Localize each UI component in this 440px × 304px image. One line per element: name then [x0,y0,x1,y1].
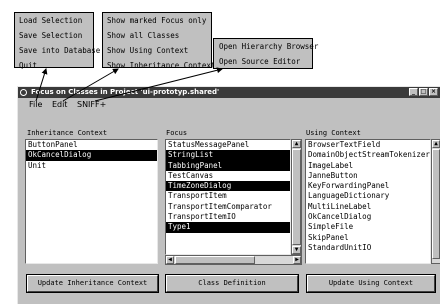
focus-horizontal-scrollbar[interactable]: ◀ ▶ [165,255,302,265]
inheritance-context-label: Inheritance Context [27,129,108,137]
menubar-edit[interactable]: Edit [52,100,68,109]
menu-item-show-all-classes[interactable]: Show all Classes [103,28,211,43]
list-item[interactable]: JanneButton [306,171,430,181]
list-item[interactable]: ImageLabel [306,161,430,171]
close-icon[interactable]: × [429,88,438,96]
list-item[interactable]: TimeZoneDialog [166,181,290,192]
edit-menu-popup: Show marked Focus only Show all Classes … [102,12,215,70]
window-title: Focus on Classes in Project 'ui-prototyp… [31,88,220,96]
list-item[interactable]: StringList [166,150,290,161]
list-item[interactable]: MultiLineLabel [306,202,430,212]
window-menubar: File Edit SNIFF+ [18,98,440,112]
menu-item-save-into-database[interactable]: Save into Database [15,43,100,58]
scroll-thumb[interactable] [292,149,301,245]
update-using-context-button[interactable]: Update Using Context [307,275,435,292]
scroll-up-arrow-icon[interactable]: ▲ [292,140,301,148]
minimize-icon[interactable]: _ [409,88,418,96]
list-item[interactable]: TransportItem [166,191,290,201]
focus-window: Focus on Classes in Project 'ui-prototyp… [17,86,440,304]
using-context-list[interactable]: BrowserTextField DomainObjectStreamToken… [305,139,431,264]
list-item[interactable]: DomainObjectStreamTokenizer [306,150,430,160]
class-definition-button[interactable]: Class Definition [166,275,298,292]
list-item[interactable]: Type1 [166,222,290,233]
window-menu-icon[interactable] [20,89,27,96]
focus-list[interactable]: StatusMessagePanel StringList TabbingPan… [165,139,291,255]
menu-item-save-selection[interactable]: Save Selection [15,28,93,43]
list-item[interactable]: Unit [26,161,157,171]
list-item[interactable]: TransportItemIO [166,212,290,222]
focus-label: Focus [166,129,188,137]
menu-item-quit[interactable]: Quit [15,58,93,73]
list-item[interactable]: StatusMessagePanel [166,140,290,150]
menu-item-open-source-editor[interactable]: Open Source Editor [214,54,312,69]
list-item[interactable]: BrowserTextField [306,140,430,150]
scroll-left-arrow-icon[interactable]: ◀ [166,256,174,264]
menu-item-open-hierarchy-browser[interactable]: Open Hierarchy Browser [214,39,318,54]
list-item[interactable]: SimpleFile [306,222,430,232]
scroll-thumb[interactable] [175,256,255,264]
menubar-file[interactable]: File [29,100,42,109]
list-item[interactable]: ButtonPanel [26,140,157,150]
menu-item-show-marked-focus[interactable]: Show marked Focus only [103,13,211,28]
menubar-sniff[interactable]: SNIFF+ [77,100,106,109]
sniff-menu-popup: Open Hierarchy Browser Open Source Edito… [213,38,318,69]
list-item[interactable]: StandardUnitIO [306,243,430,253]
focus-vertical-scrollbar[interactable]: ▲ ▼ [291,139,302,255]
scroll-up-arrow-icon[interactable]: ▲ [432,140,440,148]
scroll-thumb[interactable] [432,149,440,259]
list-item[interactable]: TestCanvas [166,171,290,181]
file-menu-popup: Load Selection Save Selection Save into … [14,12,100,70]
update-inheritance-context-button[interactable]: Update Inheritance Context [27,275,158,292]
window-titlebar[interactable]: Focus on Classes in Project 'ui-prototyp… [18,87,440,98]
list-item[interactable]: TransportItemComparator [166,202,290,212]
list-item[interactable]: KeyForwardingPanel [306,181,430,191]
menu-item-load-selection[interactable]: Load Selection [15,13,93,28]
scroll-down-arrow-icon[interactable]: ▼ [292,246,301,254]
menu-item-show-inheritance-context[interactable]: Show Inheritance Context [103,58,215,73]
list-item[interactable]: OkCancelDialog [306,212,430,222]
list-item[interactable]: OkCancelDialog [26,150,157,161]
list-item[interactable]: LanguageDictionary [306,191,430,201]
inheritance-context-list[interactable]: ButtonPanel OkCancelDialog Unit [25,139,158,264]
menu-item-show-using-context[interactable]: Show Using Context [103,43,211,58]
list-item[interactable]: SkipPanel [306,233,430,243]
using-context-label: Using Context [306,129,361,137]
maximize-icon[interactable]: □ [419,88,428,96]
list-item[interactable]: TabbingPanel [166,160,290,171]
using-vertical-scrollbar[interactable]: ▲ [431,139,440,264]
scroll-right-arrow-icon[interactable]: ▶ [293,256,301,264]
